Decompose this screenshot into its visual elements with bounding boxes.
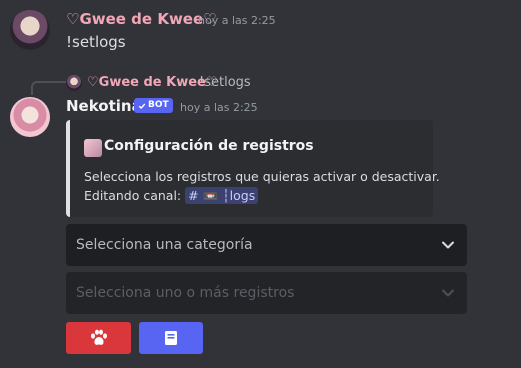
reply-connector bbox=[31, 81, 66, 95]
channel-mention[interactable]: # 📼 ┆logs bbox=[185, 187, 259, 204]
embed-description-line: Selecciona los registros que quieras act… bbox=[84, 169, 440, 184]
embed-channel-line: Editando canal: # 📼 ┆logs bbox=[84, 186, 440, 205]
reply-avatar[interactable] bbox=[66, 75, 82, 91]
paw-icon bbox=[90, 329, 107, 345]
avatar[interactable] bbox=[10, 10, 50, 50]
embed-author-icon bbox=[84, 139, 102, 157]
author-name[interactable]: ♡Gwee de Kwee♡ bbox=[66, 10, 217, 28]
bot-avatar[interactable] bbox=[10, 97, 50, 137]
logs-select-placeholder: Selecciona uno o más registros bbox=[76, 285, 295, 301]
paw-button[interactable] bbox=[66, 322, 131, 354]
bot-badge-label: BOT bbox=[148, 100, 169, 110]
message-timestamp: hoy a las 2:25 bbox=[180, 101, 258, 114]
book-icon bbox=[165, 331, 177, 345]
embed-description: Selecciona los registros que quieras act… bbox=[84, 167, 440, 205]
chevron-down-icon bbox=[442, 289, 454, 297]
message-content: !setlogs bbox=[66, 33, 126, 51]
bot-badge: BOT bbox=[134, 98, 173, 113]
message-timestamp: hoy a las 2:25 bbox=[198, 14, 276, 27]
logs-select[interactable]: Selecciona uno o más registros bbox=[66, 272, 467, 314]
embed-title: Configuración de registros bbox=[104, 138, 314, 154]
category-select-placeholder: Selecciona una categoría bbox=[76, 237, 253, 253]
channel-prefix: Editando canal: bbox=[84, 188, 182, 203]
reply-content[interactable]: !setlogs bbox=[199, 75, 251, 90]
verified-check-icon bbox=[138, 103, 146, 109]
category-select[interactable]: Selecciona una categoría bbox=[66, 224, 467, 266]
reply-author-name[interactable]: ♡Gwee de Kwee♡ bbox=[87, 75, 218, 90]
book-button[interactable] bbox=[139, 322, 203, 354]
chevron-down-icon bbox=[442, 241, 454, 249]
bot-author-name[interactable]: Nekotina bbox=[66, 97, 142, 115]
